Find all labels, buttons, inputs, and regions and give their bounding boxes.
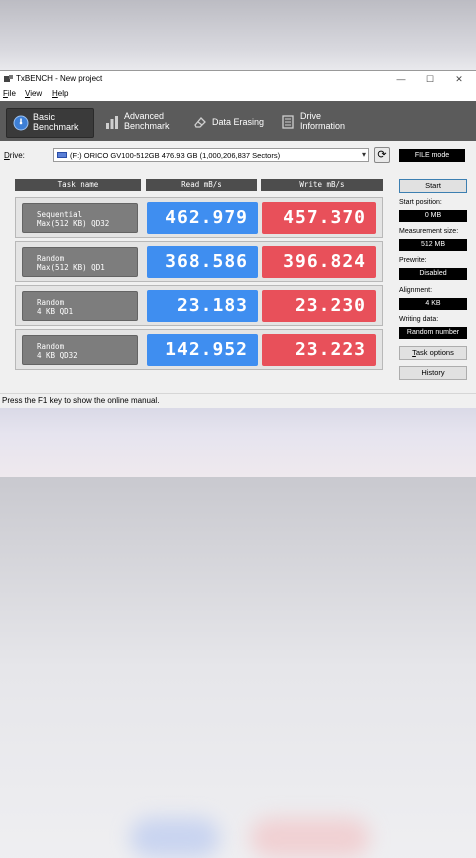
tab-basic-benchmark[interactable]: Basic Benchmark bbox=[6, 108, 94, 138]
hard-drive-icon bbox=[57, 152, 67, 158]
maximize-button[interactable]: ☐ bbox=[423, 73, 437, 85]
menu-view[interactable]: View bbox=[25, 89, 42, 98]
drive-select-value: (F:) ORICO GV100-512GB 476.93 GB (1,000,… bbox=[70, 151, 281, 160]
task-button[interactable]: Random 4 KB QD32 bbox=[22, 335, 138, 365]
write-value: 457.370 bbox=[262, 202, 376, 234]
status-bar: Press the F1 key to show the online manu… bbox=[0, 393, 476, 408]
result-row-rnd4k-qd1: Random 4 KB QD1 23.183 23.230 bbox=[15, 285, 383, 326]
tab-label-line2: Benchmark bbox=[33, 122, 79, 132]
photo-background-bottom bbox=[0, 406, 476, 858]
measurement-size-value: 512 MB bbox=[399, 239, 467, 251]
start-button[interactable]: Start bbox=[399, 179, 467, 193]
read-value: 462.979 bbox=[147, 202, 258, 234]
tab-label-line1: Advanced bbox=[124, 111, 165, 121]
tab-label-line2: Information bbox=[300, 121, 346, 131]
task-label: Random 4 KB QD32 bbox=[37, 342, 78, 360]
drive-label-text: rive: bbox=[9, 151, 25, 160]
task-label: Sequential Max(512 KB) QD32 bbox=[37, 210, 110, 228]
tab-label: Advanced Benchmark bbox=[124, 111, 170, 131]
result-row-seq: Sequential Max(512 KB) QD32 462.979 457.… bbox=[15, 197, 383, 238]
tab-bar: Basic Benchmark Advanced Benchmark Data Er… bbox=[0, 101, 476, 141]
drive-label: Drive: bbox=[4, 151, 25, 160]
start-position-value: 0 MB bbox=[399, 210, 467, 222]
task-button[interactable]: Random Max(512 KB) QD1 bbox=[22, 247, 138, 277]
task-label: Random 4 KB QD1 bbox=[37, 298, 74, 316]
mode-indicator: FILE mode bbox=[399, 149, 465, 162]
history-button[interactable]: History bbox=[399, 366, 467, 380]
prewrite-value: Disabled bbox=[399, 268, 467, 280]
header-write: Write mB/s bbox=[261, 179, 383, 191]
tab-drive-information[interactable]: Drive Information bbox=[274, 108, 358, 136]
result-row-rnd4k-qd32: Random 4 KB QD32 142.952 23.223 bbox=[15, 329, 383, 370]
task-options-label: ask options bbox=[415, 348, 454, 357]
tab-label-line1: Basic bbox=[33, 112, 56, 122]
read-value: 368.586 bbox=[147, 246, 258, 278]
menu-help-label: elp bbox=[57, 89, 69, 98]
app-window: TxBENCH - New project — ☐ ✕ File View He… bbox=[0, 70, 476, 408]
write-value: 23.230 bbox=[262, 290, 376, 322]
prewrite-label: Prewrite: bbox=[399, 257, 427, 264]
result-row-rnd512: Random Max(512 KB) QD1 368.586 396.824 bbox=[15, 241, 383, 282]
menu-bar: File View Help bbox=[0, 87, 476, 101]
tab-label: Data Erasing bbox=[212, 117, 265, 127]
eraser-icon bbox=[194, 117, 206, 128]
status-text: Press the F1 key to show the online manu… bbox=[2, 396, 160, 405]
alignment-label: Alignment: bbox=[399, 287, 433, 294]
header-read: Read mB/s bbox=[146, 179, 257, 191]
refresh-button[interactable]: ⟳ bbox=[374, 147, 390, 163]
drive-info-icon bbox=[282, 115, 294, 129]
refresh-icon: ⟳ bbox=[377, 149, 387, 161]
blurred-reflection bbox=[250, 818, 370, 858]
measurement-size-label: Measurement size: bbox=[399, 228, 459, 235]
results-panel: Task name Read mB/s Write mB/s Sequentia… bbox=[15, 179, 383, 401]
tab-label: Drive Information bbox=[300, 111, 345, 131]
write-value: 396.824 bbox=[262, 246, 376, 278]
task-button[interactable]: Sequential Max(512 KB) QD32 bbox=[22, 203, 138, 233]
header-task-name: Task name bbox=[15, 179, 141, 191]
app-icon bbox=[4, 75, 13, 82]
drive-row: Drive: (F:) ORICO GV100-512GB 476.93 GB … bbox=[0, 141, 476, 169]
tab-label-line1: Drive bbox=[300, 111, 322, 121]
photo-background-top bbox=[0, 0, 476, 70]
read-value: 142.952 bbox=[147, 334, 258, 366]
speedometer-icon bbox=[13, 115, 29, 131]
menu-view-label: iew bbox=[30, 89, 43, 98]
tab-data-erasing[interactable]: Data Erasing bbox=[186, 108, 268, 136]
read-value: 23.183 bbox=[147, 290, 258, 322]
writing-data-label: Writing data: bbox=[399, 316, 439, 323]
tab-label: Basic Benchmark bbox=[33, 112, 79, 132]
alignment-value: 4 KB bbox=[399, 298, 467, 310]
task-label: Random Max(512 KB) QD1 bbox=[37, 254, 105, 272]
tab-advanced-benchmark[interactable]: Advanced Benchmark bbox=[98, 108, 180, 136]
start-position-label: Start position: bbox=[399, 199, 442, 206]
tab-label-line2: Benchmark bbox=[124, 121, 170, 131]
title-bar: TxBENCH - New project — ☐ ✕ bbox=[0, 71, 476, 87]
chevron-down-icon: ▾ bbox=[361, 150, 366, 159]
writing-data-value: Random number bbox=[399, 327, 467, 339]
task-button[interactable]: Random 4 KB QD1 bbox=[22, 291, 138, 321]
minimize-button[interactable]: — bbox=[394, 73, 408, 85]
menu-help[interactable]: Help bbox=[52, 89, 68, 98]
blurred-reflection bbox=[130, 818, 220, 858]
drive-select[interactable]: (F:) ORICO GV100-512GB 476.93 GB (1,000,… bbox=[53, 148, 369, 162]
menu-file[interactable]: File bbox=[3, 89, 16, 98]
task-options-button[interactable]: Task options bbox=[399, 346, 467, 360]
bar-chart-icon bbox=[106, 116, 118, 129]
menu-file-label: ile bbox=[7, 89, 16, 98]
close-button[interactable]: ✕ bbox=[452, 73, 466, 85]
window-title: TxBENCH - New project bbox=[16, 74, 103, 83]
write-value: 23.223 bbox=[262, 334, 376, 366]
